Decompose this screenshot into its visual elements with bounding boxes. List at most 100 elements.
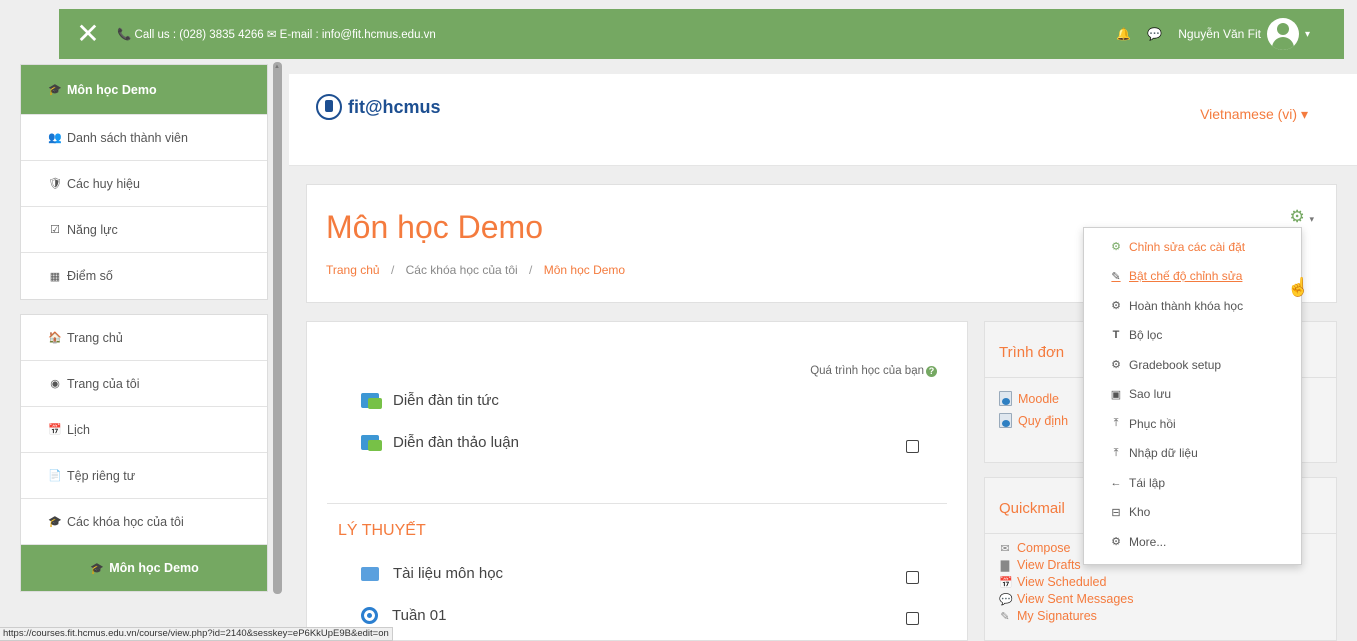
chat-icon[interactable]: 💬 — [1147, 27, 1162, 41]
quickmail-compose[interactable]: ✉ Compose — [999, 541, 1070, 555]
block-link-rules[interactable]: Quy định — [999, 413, 1068, 428]
page-title: Môn học Demo — [326, 209, 543, 245]
breadcrumb-my-courses[interactable]: Các khóa học của tôi — [406, 263, 518, 277]
sidebar-item-private-files[interactable]: 📄 Tệp riêng tư — [21, 453, 267, 499]
breadcrumb-home[interactable]: Trang chủ — [326, 263, 380, 277]
menu-item-backup[interactable]: ▣ Sao lưu — [1084, 380, 1301, 410]
menu-item-turn-editing-on[interactable]: ✎ Bật chế độ chỉnh sửa — [1084, 262, 1301, 292]
section-divider — [327, 503, 947, 504]
menu-item-filters[interactable]: T Bộ lọc — [1084, 321, 1301, 351]
repository-icon: ⊟ — [1111, 506, 1121, 519]
activity-news-forum[interactable]: Diễn đàn tin tức — [361, 392, 499, 409]
help-icon[interactable]: ? — [926, 366, 937, 377]
quickmail-drafts[interactable]: ▇ View Drafts — [999, 558, 1081, 572]
scroll-up-arrow-icon[interactable]: ▲ — [274, 64, 280, 70]
dashboard-icon: ◉ — [50, 378, 60, 390]
logo-text: fit@hcmus — [348, 96, 441, 117]
quickmail-sent[interactable]: 💬 View Sent Messages — [999, 592, 1134, 606]
user-name: Nguyễn Văn Fit — [1178, 27, 1261, 41]
sidebar-item-label: Các huy hiệu — [67, 176, 140, 191]
section-title: LÝ THUYẾT — [338, 522, 426, 539]
sidebar-item-calendar[interactable]: 📅 Lịch — [21, 407, 267, 453]
activity-week-01[interactable]: Tuần 01 — [361, 607, 447, 624]
graduation-cap-icon: 🎓 — [48, 84, 62, 96]
sidebar-item-label: Năng lực — [67, 222, 118, 237]
sidebar-item-my-courses[interactable]: 🎓 Các khóa học của tôi — [21, 499, 267, 545]
sidebar-item-home[interactable]: 🏠 Trang chủ — [21, 315, 267, 361]
menu-item-reset[interactable]: ← Tái lập — [1084, 468, 1301, 498]
site-header: fit@hcmus Vietnamese (vi) ▾ — [289, 74, 1357, 166]
pencil-icon: ✎ — [1111, 270, 1121, 283]
shield-icon: 🛡 — [48, 178, 62, 190]
user-menu[interactable]: Nguyễn Văn Fit ▾ — [1178, 18, 1310, 50]
menu-item-label: Gradebook setup — [1129, 357, 1222, 372]
quickmail-signatures[interactable]: ✎ My Signatures — [999, 609, 1097, 623]
document-icon — [999, 391, 1012, 406]
menu-item-gradebook-setup[interactable]: ⚙ Gradebook setup — [1084, 350, 1301, 380]
quickmail-link-label: View Scheduled — [1017, 575, 1107, 589]
close-icon[interactable]: ✕ — [65, 20, 111, 48]
block-link-label: Moodle — [1018, 391, 1059, 406]
course-admin-button[interactable]: ⚙ ▾ — [1289, 207, 1314, 227]
block-title: Quickmail — [999, 500, 1065, 517]
sidebar-item-course[interactable]: 🎓 Môn học Demo — [21, 65, 267, 115]
block-link-moodle[interactable]: Moodle — [999, 391, 1059, 406]
menu-item-import[interactable]: ⤒ Nhập dữ liệu — [1084, 439, 1301, 469]
menu-item-label: Nhập dữ liệu — [1129, 446, 1198, 461]
sidebar-gap — [20, 300, 268, 314]
arrow-left-icon: ← — [1110, 476, 1122, 489]
graduation-cap-icon: 🎓 — [90, 562, 105, 575]
hand-cursor-icon: ☝ — [1287, 277, 1310, 297]
sidebar-item-label: Điểm số — [67, 269, 113, 283]
chat-icon: 💬 — [999, 593, 1013, 606]
home-icon: 🏠 — [48, 332, 62, 344]
pencil-icon: ✎ — [1000, 610, 1010, 623]
menu-item-repository[interactable]: ⊟ Kho — [1084, 498, 1301, 528]
completion-checkbox[interactable] — [906, 612, 919, 625]
quickmail-link-label: View Drafts — [1017, 558, 1081, 572]
activity-course-materials[interactable]: Tài liệu môn học — [361, 565, 503, 582]
quickmail-scheduled[interactable]: 📅 View Scheduled — [999, 575, 1106, 589]
menu-item-label: Hoàn thành khóa học — [1129, 298, 1244, 313]
sidebar-item-grades[interactable]: ▦ Điểm số — [21, 253, 267, 299]
sidebar-item-label: Lịch — [67, 422, 90, 437]
calendar-icon — [361, 607, 378, 624]
sidebar-item-label: Trang của tôi — [67, 376, 140, 391]
completion-checkbox[interactable] — [906, 571, 919, 584]
menu-item-label: Bộ lọc — [1129, 328, 1163, 343]
avatar — [1266, 18, 1299, 50]
menu-item-course-completion[interactable]: ⚙ Hoàn thành khóa học — [1084, 291, 1301, 321]
gear-icon: ⚙ — [1111, 359, 1121, 372]
site-logo[interactable]: fit@hcmus — [316, 94, 441, 120]
bell-icon[interactable]: 🔔 — [1116, 27, 1131, 41]
menu-item-edit-settings[interactable]: ⚙ Chỉnh sửa các cài đặt — [1084, 232, 1301, 262]
chevron-down-icon: ▾ — [1304, 28, 1310, 40]
progress-label: Quá trình học của bạn? — [810, 365, 937, 377]
sidebar-item-dashboard[interactable]: ◉ Trang của tôi — [21, 361, 267, 407]
breadcrumb-current[interactable]: Môn học Demo — [544, 263, 625, 277]
checkbox-icon: ☑ — [50, 224, 60, 236]
sidebar-item-participants[interactable]: 👥 Danh sách thành viên — [21, 115, 267, 161]
document-icon — [999, 413, 1012, 428]
contact-info: 📞 Call us : (028) 3835 4266 ✉ E-mail : i… — [117, 29, 436, 41]
sidebar-item-badges[interactable]: 🛡 Các huy hiệu — [21, 161, 267, 207]
completion-checkbox[interactable] — [906, 440, 919, 453]
table-icon: ▦ — [49, 270, 61, 283]
menu-item-label: More... — [1129, 534, 1167, 549]
menu-item-label: Phục hồi — [1129, 416, 1176, 431]
menu-item-restore[interactable]: ⤒ Phục hồi — [1084, 409, 1301, 439]
drafts-icon: ▇ — [1000, 559, 1010, 572]
breadcrumb-separator: / — [390, 263, 395, 277]
sidebar-item-current-course[interactable]: 🎓 Môn học Demo — [21, 545, 267, 591]
course-content: Quá trình học của bạn? Diễn đàn tin tức … — [306, 321, 968, 641]
upload-icon: ⤒ — [1113, 417, 1119, 430]
quickmail-link-label: My Signatures — [1017, 609, 1097, 623]
menu-item-more[interactable]: ⚙ More... — [1084, 527, 1301, 557]
menu-item-label: Tái lập — [1129, 475, 1166, 490]
menu-item-label: Chỉnh sửa các cài đặt — [1129, 239, 1246, 254]
sidebar-item-competencies[interactable]: ☑ Năng lực — [21, 207, 267, 253]
activity-discussion-forum[interactable]: Diễn đàn thảo luận — [361, 434, 519, 451]
language-selector[interactable]: Vietnamese (vi) ▾ — [1200, 106, 1308, 123]
sidebar-item-label: Các khóa học của tôi — [67, 514, 184, 529]
sidebar-scrollbar[interactable] — [273, 62, 282, 594]
